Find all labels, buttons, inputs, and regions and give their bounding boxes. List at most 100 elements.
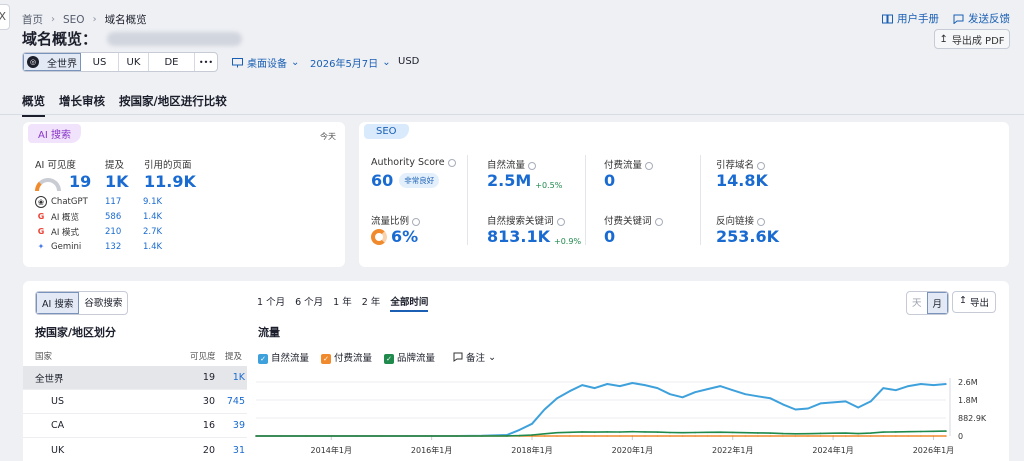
period-all[interactable]: 全部时间 [390,294,429,312]
legend-organic[interactable]: ✓ 自然流量 [258,350,309,364]
period-1y[interactable]: 1 年 [333,294,352,312]
organic-keywords-number[interactable]: 813.1K [487,227,550,246]
source-row-gemini: ✦ Gemini 132 1.4K [35,241,195,253]
info-icon[interactable] [412,217,421,226]
toggle-ai-search[interactable]: AI 搜索 [36,292,80,314]
source-mentions[interactable]: 210 [105,227,121,237]
info-icon[interactable] [757,161,766,170]
data-point [731,389,734,391]
period-1m[interactable]: 1 个月 [257,294,285,312]
ai-visibility-number[interactable]: 19 [69,172,91,191]
tabs-divider [0,114,1024,115]
country-mentions[interactable]: 1K [219,372,245,383]
region-uk[interactable]: UK [119,53,149,71]
traffic-chart[interactable]: 2.6M 1.8M 882.9K 0 2014年1月 2016年1月 2018年1月 2020… [250,370,990,461]
source-pages[interactable]: 1.4K [143,242,162,252]
traffic-share-number[interactable]: 6% [391,227,418,246]
notes-label: 备注 [466,353,486,364]
table-row[interactable]: US 30 745 [23,390,247,414]
region-us[interactable]: US [81,53,119,71]
period-2y[interactable]: 2 年 [362,294,381,312]
country-name: US [51,396,64,407]
source-row-ai-mode: G AI 模式 210 2.7K [35,226,195,238]
chevron-right-icon: › [51,14,55,25]
organic-traffic-number[interactable]: 2.5M [487,171,531,190]
ai-cited-pages-value[interactable]: 11.9K [144,172,196,191]
backlinks-value[interactable]: 253.6K [716,227,779,246]
data-point [694,435,696,437]
authority-score-number[interactable]: 60 [371,171,393,190]
toggle-google-search[interactable]: 谷歌搜索 [79,292,127,314]
more-regions-button[interactable]: ••• [195,53,217,71]
send-feedback-link[interactable]: 发送反馈 [953,11,1010,26]
table-row[interactable]: 全世界 19 1K [23,366,247,390]
data-point [581,431,583,433]
data-point [819,402,822,405]
info-icon[interactable] [528,161,537,170]
paid-keywords-value[interactable]: 0 [604,227,615,246]
legend-paid-label: 付费流量 [334,353,373,364]
country-mentions[interactable]: 745 [219,396,245,407]
legend-brand[interactable]: ✓ 品牌流量 [384,350,435,364]
info-icon[interactable] [556,217,565,226]
granularity-month[interactable]: 月 [926,292,949,314]
data-point [907,385,910,387]
data-point [355,435,358,437]
breadcrumb-home[interactable]: 首页 [22,12,43,27]
table-row[interactable]: UK 20 31 [23,438,247,461]
paid-traffic-value[interactable]: 0 [604,171,615,190]
authority-score-value: 60 非常良好 [371,171,440,190]
source-mentions[interactable]: 132 [105,242,121,252]
x-tick-label: 2022年1月 [712,445,753,455]
data-point [593,387,596,389]
date-dropdown[interactable]: 2026年5月7日 ⌄ [310,55,391,70]
period-6m[interactable]: 6 个月 [295,294,323,312]
data-point [757,435,759,437]
country-mentions[interactable]: 39 [219,420,245,431]
export-button[interactable]: ↥ 导出 [952,291,996,313]
source-mentions[interactable]: 586 [105,212,121,222]
country-mentions[interactable]: 31 [219,445,245,456]
chatgpt-icon: ❀ [35,196,47,208]
region-worldwide[interactable]: ◎ 全世界 [23,53,81,71]
info-icon[interactable] [645,161,654,170]
info-icon[interactable] [447,158,456,167]
data-point [832,401,834,404]
legend-paid[interactable]: ✓ 付费流量 [321,350,372,364]
table-row[interactable]: CA 16 39 [23,414,247,438]
info-icon[interactable] [757,217,766,226]
granularity-day[interactable]: 天 [907,292,927,314]
organic-traffic-value: 2.5M +0.5% [487,171,562,190]
data-point [920,383,922,385]
referring-domains-value[interactable]: 14.8K [716,171,768,190]
data-point [769,432,772,434]
export-pdf-button[interactable]: ↥ 导出成 PDF [934,29,1010,49]
notes-dropdown[interactable]: 备注 ⌄ [453,350,496,364]
user-manual-link[interactable]: 用户手册 [882,11,939,26]
source-pages[interactable]: 1.4K [143,212,162,222]
upload-icon: ↥ [939,33,948,45]
region-de[interactable]: DE [149,53,195,71]
data-point [280,435,282,437]
info-icon[interactable] [654,217,663,226]
series-organic-line[interactable] [256,382,947,437]
data-point [782,403,784,406]
organic-traffic-change: +0.5% [535,181,563,190]
data-point [255,435,257,437]
source-pages[interactable]: 9.1K [143,197,162,207]
checkbox-icon: ✓ [384,353,395,364]
source-pages[interactable]: 2.7K [143,227,162,237]
data-point [794,408,797,411]
device-dropdown-label: 桌面设备 [247,59,287,70]
data-point [581,435,583,437]
breadcrumb-seo[interactable]: SEO [63,14,85,26]
data-point [744,431,747,434]
traffic-share-value: 6% [371,227,418,246]
chevron-right-icon: › [92,14,97,25]
device-dropdown[interactable]: 桌面设备 ⌄ [232,55,299,70]
source-mentions[interactable]: 117 [105,197,121,207]
data-point [895,435,897,437]
close-icon[interactable]: X [0,4,10,30]
data-point [869,432,872,434]
ai-mentions-value[interactable]: 1K [105,172,129,191]
